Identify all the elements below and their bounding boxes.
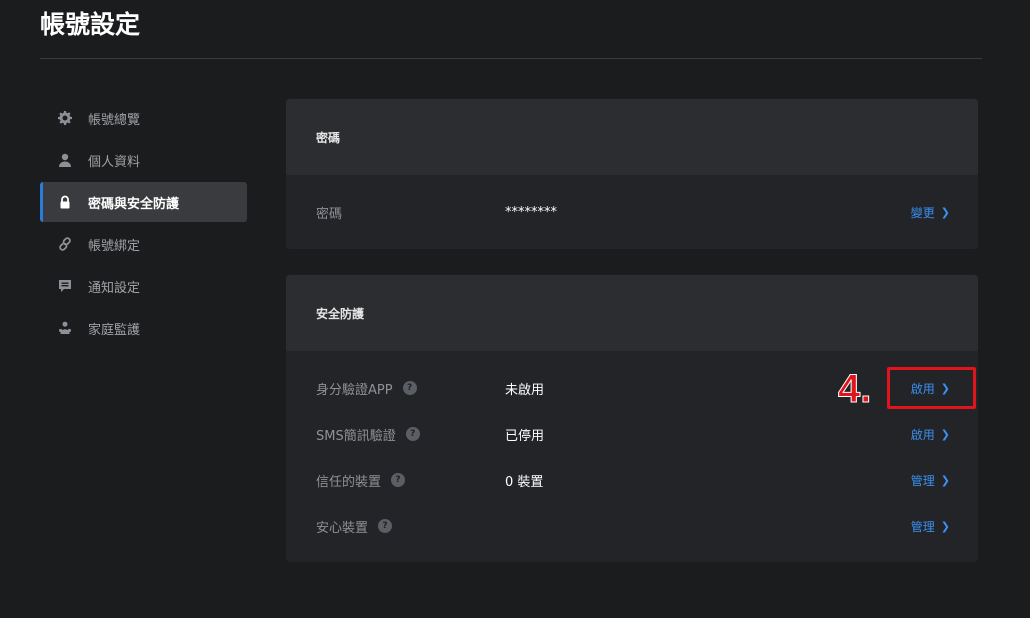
page-title: 帳號設定	[40, 10, 141, 39]
step-annotation-label: 4.	[837, 367, 872, 412]
trusted-devices-label: 信任的裝置 ?	[316, 471, 406, 490]
trusted-devices-row: 信任的裝置 ? 0 裝置 管理 ❯	[286, 457, 978, 503]
chevron-right-icon: ❯	[940, 427, 950, 441]
sidebar-item-label: 帳號綁定	[88, 238, 141, 254]
step-highlight-box	[887, 367, 976, 409]
password-card: 密碼 密碼 ******** 變更 ❯	[286, 99, 978, 249]
password-row: 密碼 ******** 變更 ❯	[286, 175, 978, 249]
lock-icon	[58, 195, 72, 209]
authenticator-app-label-text: 身分驗證APP	[316, 382, 393, 398]
sms-verification-status: 已停用	[505, 428, 545, 444]
change-password-button[interactable]: 變更 ❯	[911, 204, 950, 221]
authenticator-app-status: 未啟用	[505, 382, 545, 398]
message-icon	[58, 279, 72, 293]
sidebar-item-password-security[interactable]: 密碼與安全防護	[40, 182, 247, 222]
password-label: 密碼	[316, 206, 343, 222]
sidebar-item-account-linking[interactable]: 帳號綁定	[40, 224, 247, 264]
sidebar-item-label: 通知設定	[88, 280, 141, 296]
sms-verification-label-text: SMS簡訊驗證	[316, 428, 396, 444]
safe-devices-label: 安心裝置 ?	[316, 517, 393, 536]
manage-safe-devices-button[interactable]: 管理 ❯	[911, 518, 950, 535]
manage-trusted-devices-button[interactable]: 管理 ❯	[911, 472, 950, 489]
help-icon[interactable]: ?	[405, 427, 420, 441]
sidebar-item-notification-settings[interactable]: 通知設定	[40, 266, 247, 306]
authenticator-app-label: 身分驗證APP ?	[316, 379, 417, 398]
password-card-title: 密碼	[286, 99, 978, 175]
trusted-devices-count: 0 裝置	[505, 474, 544, 490]
security-card-title: 安全防護	[286, 275, 978, 351]
change-password-label: 變更	[910, 205, 935, 220]
sidebar-item-label: 個人資料	[88, 154, 141, 170]
sidebar-item-account-overview[interactable]: 帳號總覽	[40, 98, 247, 138]
authenticator-app-row: 身分驗證APP ? 未啟用 啟用 ❯	[286, 365, 978, 411]
manage-safe-devices-label: 管理	[910, 519, 935, 534]
help-icon[interactable]: ?	[402, 381, 417, 395]
enable-sms-verification-button[interactable]: 啟用 ❯	[911, 426, 950, 443]
safe-devices-row: 安心裝置 ? 管理 ❯	[286, 503, 978, 549]
sidebar-item-label: 密碼與安全防護	[88, 196, 180, 212]
safe-devices-label-text: 安心裝置	[316, 520, 369, 536]
sms-verification-row: SMS簡訊驗證 ? 已停用 啟用 ❯	[286, 411, 978, 457]
trusted-devices-label-text: 信任的裝置	[316, 474, 382, 490]
sidebar-item-label: 家庭監護	[88, 322, 141, 338]
user-icon	[58, 153, 72, 167]
link-icon	[58, 237, 72, 251]
sidebar-item-profile[interactable]: 個人資料	[40, 140, 247, 180]
chevron-right-icon: ❯	[940, 519, 950, 533]
password-value: ********	[505, 204, 557, 220]
title-divider	[40, 58, 982, 59]
sidebar: 帳號總覽 個人資料 密碼與安全防護 帳號綁定 通知設定 家庭監護	[40, 98, 247, 350]
sidebar-item-family-monitoring[interactable]: 家庭監護	[40, 308, 247, 348]
sidebar-item-label: 帳號總覽	[88, 112, 141, 128]
sms-verification-label: SMS簡訊驗證 ?	[316, 425, 420, 444]
security-card: 安全防護 身分驗證APP ? 未啟用 啟用 ❯ SMS簡訊驗證 ? 已停用 啟用…	[286, 275, 978, 562]
help-icon[interactable]: ?	[391, 473, 406, 487]
help-icon[interactable]: ?	[378, 519, 393, 533]
chevron-right-icon: ❯	[940, 473, 950, 487]
gear-icon	[58, 111, 72, 125]
enable-sms-verification-label: 啟用	[910, 427, 935, 442]
manage-trusted-devices-label: 管理	[910, 473, 935, 488]
chevron-right-icon: ❯	[940, 205, 950, 219]
family-icon	[58, 321, 72, 335]
